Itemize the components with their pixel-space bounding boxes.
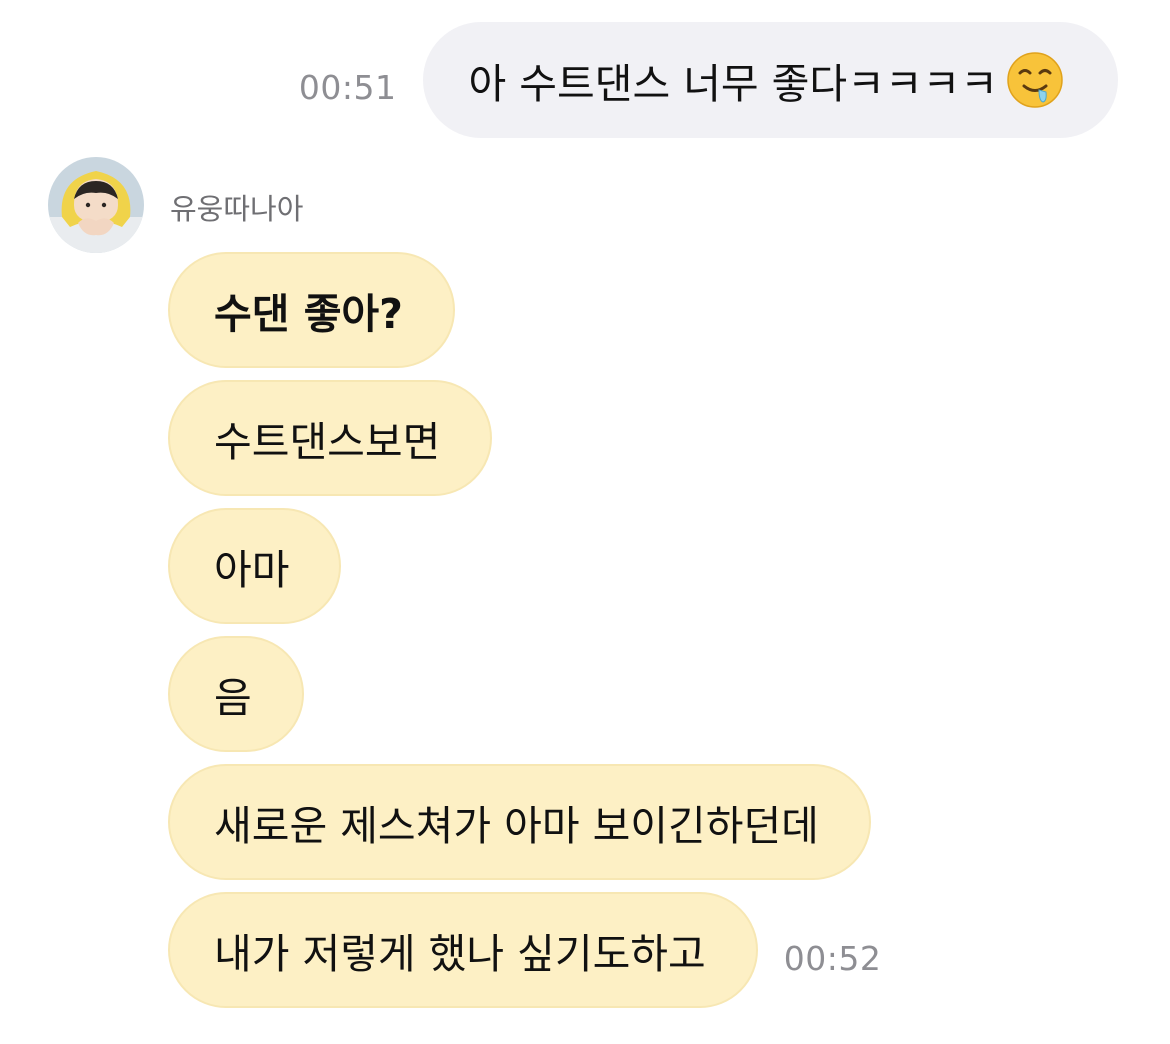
received-message-bubble[interactable]: 수댄 좋아?	[168, 252, 455, 368]
received-message-row: 내가 저렇게 했나 싶기도하고 00:52	[168, 892, 881, 1008]
received-message-row: 새로운 제스쳐가 아마 보이긴하던데	[168, 764, 881, 880]
received-message-bubble[interactable]: 새로운 제스쳐가 아마 보이긴하던데	[168, 764, 871, 880]
received-message-bubble[interactable]: 아마	[168, 508, 342, 624]
received-timestamp: 00:52	[783, 939, 882, 978]
sent-message-row: 00:51 아 수트댄스 너무 좋다ㅋㅋㅋㅋ	[299, 22, 1118, 138]
sender-name: 유웅따나아	[170, 192, 304, 226]
received-message-row: 수트댄스보면	[168, 380, 881, 496]
drooling-face-icon	[1006, 51, 1064, 109]
received-message-row: 아마	[168, 508, 881, 624]
received-message-row: 음	[168, 636, 881, 752]
received-message-bubble[interactable]: 내가 저렇게 했나 싶기도하고	[168, 892, 758, 1008]
sent-message-bubble[interactable]: 아 수트댄스 너무 좋다ㅋㅋㅋㅋ	[422, 22, 1118, 138]
sent-message-text: 아 수트댄스 너무 좋다ㅋㅋㅋㅋ	[468, 60, 998, 108]
received-message-bubble[interactable]: 수트댄스보면	[168, 380, 493, 496]
received-messages: 수댄 좋아? 수트댄스보면 아마 음 새로운 제스쳐가 아마 보이긴하던데 내가…	[168, 252, 881, 1008]
sent-timestamp: 00:51	[298, 67, 397, 107]
received-message-row: 수댄 좋아?	[168, 252, 881, 368]
avatar[interactable]	[48, 157, 144, 253]
received-message-bubble[interactable]: 음	[168, 636, 304, 752]
